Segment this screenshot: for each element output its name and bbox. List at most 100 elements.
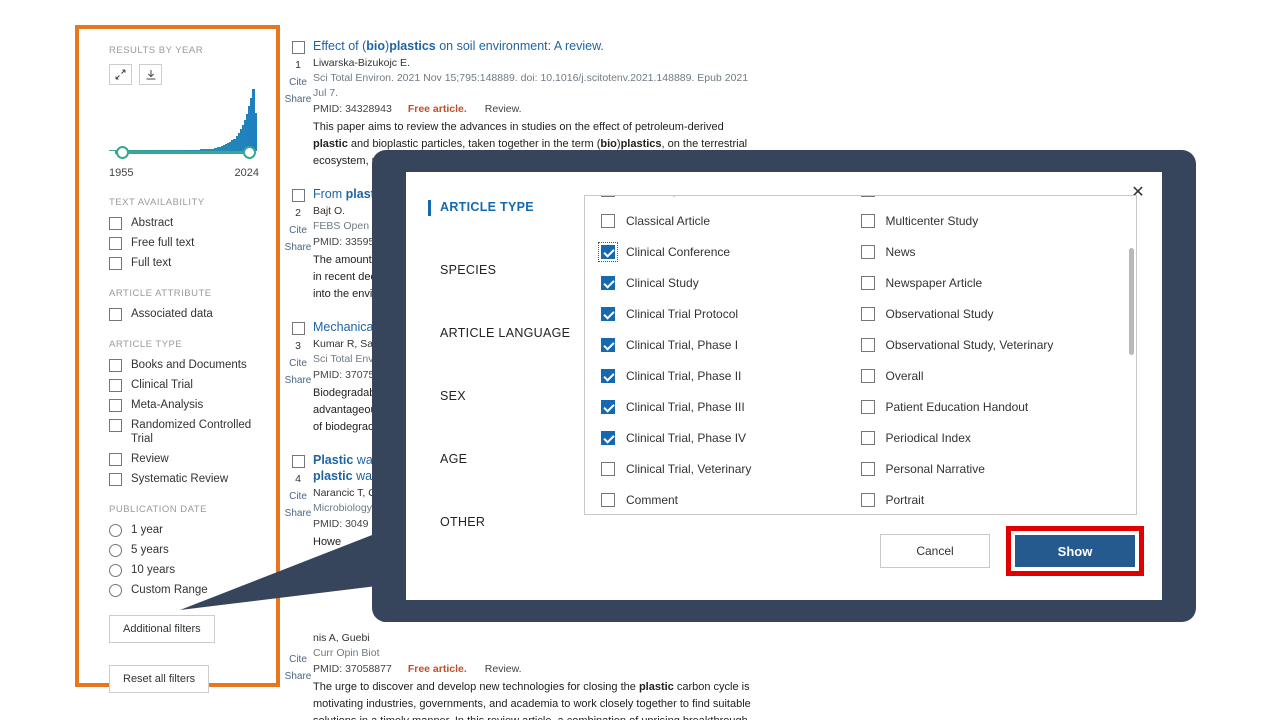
checkbox-input[interactable] bbox=[109, 419, 122, 432]
option-row[interactable]: Clinical Trial, Phase III bbox=[601, 391, 861, 422]
result-select-checkbox[interactable] bbox=[291, 189, 305, 202]
modal-category-sex[interactable]: SEX bbox=[428, 389, 588, 452]
article-type-options-box[interactable]: Case Reports Classical Article Clinical Co… bbox=[584, 195, 1137, 515]
checkbox-input[interactable] bbox=[601, 275, 615, 290]
checkbox-input[interactable] bbox=[860, 306, 875, 321]
modal-category-age[interactable]: AGE bbox=[428, 452, 588, 515]
checkbox-input[interactable] bbox=[598, 241, 618, 262]
share-link[interactable]: Share bbox=[283, 91, 313, 108]
checkbox-input[interactable] bbox=[860, 430, 875, 445]
checkbox-input[interactable] bbox=[860, 368, 875, 383]
option-row[interactable]: Patient Education Handout bbox=[860, 391, 1121, 422]
checkbox-input[interactable] bbox=[109, 453, 122, 466]
share-link[interactable]: Share bbox=[283, 239, 313, 256]
radio-input[interactable] bbox=[109, 564, 122, 577]
checkbox-input[interactable] bbox=[601, 430, 615, 445]
option-row[interactable]: Case Reports bbox=[601, 196, 861, 205]
radio-input[interactable] bbox=[109, 524, 122, 537]
option-row[interactable]: Clinical Conference bbox=[598, 236, 861, 267]
option-row[interactable]: Clinical Study bbox=[601, 267, 861, 298]
radio-input[interactable] bbox=[109, 584, 122, 597]
checkbox-input[interactable] bbox=[601, 461, 615, 476]
checkbox-input[interactable] bbox=[601, 213, 615, 228]
text-availability-row[interactable]: Abstract bbox=[109, 216, 262, 230]
year-range-handle-end[interactable] bbox=[243, 146, 256, 159]
article-type-row[interactable]: Systematic Review bbox=[109, 472, 262, 486]
show-button[interactable]: Show bbox=[1015, 535, 1135, 567]
cite-link[interactable]: Cite bbox=[283, 74, 313, 91]
text-availability-row[interactable]: Free full text bbox=[109, 236, 262, 250]
checkbox-input[interactable] bbox=[601, 306, 615, 321]
modal-category-article-language[interactable]: ARTICLE LANGUAGE bbox=[428, 326, 588, 389]
checkbox-input[interactable] bbox=[109, 399, 122, 412]
option-row[interactable]: Portrait bbox=[860, 484, 1121, 514]
modal-category-species[interactable]: SPECIES bbox=[428, 263, 588, 326]
radio-input[interactable] bbox=[109, 544, 122, 557]
option-row[interactable]: Clinical Trial, Phase I bbox=[601, 329, 861, 360]
article-type-row[interactable]: Randomized Controlled Trial bbox=[109, 418, 262, 446]
article-type-row[interactable]: Meta-Analysis bbox=[109, 398, 262, 412]
text-availability-row[interactable]: Full text bbox=[109, 256, 262, 270]
checkbox-input[interactable] bbox=[601, 368, 615, 383]
checkbox-input[interactable] bbox=[601, 399, 615, 414]
option-row[interactable]: Clinical Trial, Phase II bbox=[601, 360, 861, 391]
result-select-checkbox[interactable] bbox=[291, 322, 305, 335]
option-row[interactable]: Observational Study, Veterinary bbox=[860, 329, 1121, 360]
cite-link[interactable]: Cite bbox=[283, 488, 313, 505]
option-row[interactable]: Observational Study bbox=[860, 298, 1121, 329]
modal-category-article-type[interactable]: ARTICLE TYPE bbox=[428, 200, 588, 263]
result-select-checkbox[interactable] bbox=[291, 455, 305, 468]
options-scrollbar[interactable] bbox=[1129, 248, 1134, 355]
checkbox-input[interactable] bbox=[109, 473, 122, 486]
option-row[interactable]: Multicenter Study bbox=[860, 205, 1121, 236]
cite-link[interactable]: Cite bbox=[283, 222, 313, 239]
expand-icon[interactable] bbox=[109, 64, 132, 85]
checkbox-input[interactable] bbox=[109, 257, 122, 270]
checkbox-input[interactable] bbox=[860, 213, 875, 228]
result-title[interactable]: Effect of (bio)plastics on soil environm… bbox=[313, 38, 753, 54]
reset-all-filters-button[interactable]: Reset all filters bbox=[109, 665, 210, 693]
option-row[interactable]: Classical Article bbox=[601, 205, 861, 236]
option-row[interactable]: Overall bbox=[860, 360, 1121, 391]
option-row[interactable]: Newspaper Article bbox=[860, 267, 1121, 298]
checkbox-input[interactable] bbox=[860, 399, 875, 414]
checkbox-input[interactable] bbox=[860, 461, 875, 476]
checkbox-input[interactable] bbox=[860, 244, 875, 259]
checkbox-input[interactable] bbox=[860, 492, 875, 507]
option-row[interactable]: Letter bbox=[860, 196, 1121, 205]
cite-link[interactable]: Cite bbox=[283, 355, 313, 372]
article-type-row[interactable]: Review bbox=[109, 452, 262, 466]
checkbox-input[interactable] bbox=[601, 492, 615, 507]
checkbox-input[interactable] bbox=[860, 196, 875, 197]
download-icon[interactable] bbox=[139, 64, 162, 85]
article-attribute-row[interactable]: Associated data bbox=[109, 307, 262, 321]
checkbox-input[interactable] bbox=[109, 379, 122, 392]
option-row[interactable]: News bbox=[860, 236, 1121, 267]
result-pmid[interactable]: PMID: 37058877 bbox=[313, 663, 392, 675]
checkbox-input[interactable] bbox=[601, 337, 615, 352]
checkbox-input[interactable] bbox=[109, 359, 122, 372]
result-pmid[interactable]: PMID: 34328943 bbox=[313, 103, 392, 115]
checkbox-input[interactable] bbox=[860, 337, 875, 352]
article-type-row[interactable]: Clinical Trial bbox=[109, 378, 262, 392]
option-row[interactable]: Personal Narrative bbox=[860, 453, 1121, 484]
checkbox-input[interactable] bbox=[860, 275, 875, 290]
checkbox-input[interactable] bbox=[109, 217, 122, 230]
option-row[interactable]: Periodical Index bbox=[860, 422, 1121, 453]
option-row[interactable]: Clinical Trial Protocol bbox=[601, 298, 861, 329]
checkbox-input[interactable] bbox=[109, 237, 122, 250]
option-row[interactable]: Clinical Trial, Veterinary bbox=[601, 453, 861, 484]
share-link[interactable]: Share bbox=[283, 505, 313, 522]
checkbox-input[interactable] bbox=[601, 196, 615, 197]
year-range-handle-start[interactable] bbox=[116, 146, 129, 159]
cite-link[interactable]: Cite bbox=[283, 651, 313, 668]
checkbox-input[interactable] bbox=[109, 308, 122, 321]
results-by-year-histogram[interactable] bbox=[109, 89, 259, 163]
share-link[interactable]: Share bbox=[283, 372, 313, 389]
share-link[interactable]: Share bbox=[283, 668, 313, 685]
article-type-row[interactable]: Books and Documents bbox=[109, 358, 262, 372]
option-row[interactable]: Clinical Trial, Phase IV bbox=[601, 422, 861, 453]
result-select-checkbox[interactable] bbox=[291, 41, 305, 54]
option-row[interactable]: Comment bbox=[601, 484, 861, 514]
modal-category-other[interactable]: OTHER bbox=[428, 515, 588, 578]
